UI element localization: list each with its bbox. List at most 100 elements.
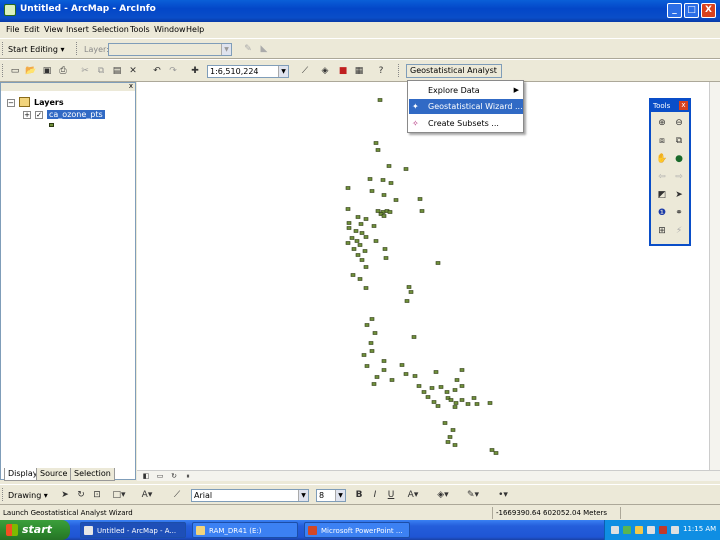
map-point[interactable] [351,247,357,251]
map-point[interactable] [350,273,356,277]
tray-alert-icon[interactable] [659,526,667,534]
map-point[interactable] [442,421,448,425]
usb-icon[interactable] [671,526,679,534]
chevron-down-icon[interactable]: ▼ [335,490,345,501]
map-view[interactable] [137,82,709,470]
tab-source[interactable]: Source [36,468,72,481]
edit-tool-icon[interactable]: ✎ [241,42,255,56]
map-point[interactable] [346,226,352,230]
menu-tools[interactable]: Tools [130,25,150,34]
map-point[interactable] [389,378,395,382]
map-scale-combo[interactable]: 1:6,510,224 ▼ [207,65,289,78]
menu-view[interactable]: View [44,25,63,34]
toolbar-grip[interactable] [398,64,401,77]
map-point[interactable] [363,286,369,290]
map-point[interactable] [452,405,458,409]
map-point[interactable] [357,243,363,247]
map-point[interactable] [373,141,379,145]
point-symbol-icon[interactable] [49,123,54,127]
taskbar-item-powerpoint[interactable]: Microsoft PowerPoint ... [304,522,410,538]
map-point[interactable] [471,396,477,400]
map-point[interactable] [493,451,499,455]
map-point[interactable] [359,258,365,262]
toolbar-grip[interactable] [76,42,79,55]
tab-selection[interactable]: Selection [70,468,115,481]
map-point[interactable] [403,167,409,171]
undo-icon[interactable]: ↶ [150,64,164,78]
map-point[interactable] [435,261,441,265]
toolbar-grip[interactable] [2,42,5,55]
map-point[interactable] [487,401,493,405]
text-tool-icon[interactable]: A▾ [140,488,154,502]
measure-icon[interactable]: ⊞ [655,224,669,238]
toolbox-red-icon[interactable]: ■ [336,64,350,78]
italic-icon[interactable]: I [368,488,382,502]
marker-color-icon[interactable]: •▾ [496,488,510,502]
map-point[interactable] [489,448,495,452]
map-point[interactable] [368,341,374,345]
map-point[interactable] [419,209,425,213]
taskbar-item-drive[interactable]: RAM_DR41 (E:) [192,522,298,538]
layers-label[interactable]: Layers [34,98,64,107]
title-bar[interactable]: Untitled - ArcMap - ArcInfo _ □ X [0,0,720,22]
map-point[interactable] [435,404,441,408]
menu-insert[interactable]: Insert [66,25,89,34]
map-point[interactable] [459,384,465,388]
zoom-out-icon[interactable]: ⊖ [672,116,686,130]
map-point[interactable] [403,372,409,376]
map-point[interactable] [459,368,465,372]
map-point[interactable] [452,443,458,447]
map-point[interactable] [364,323,370,327]
map-point[interactable] [406,285,412,289]
map-point[interactable] [364,364,370,368]
map-point[interactable] [353,229,359,233]
map-point[interactable] [345,186,351,190]
fixed-zoom-in-icon[interactable]: ⧈ [655,134,669,148]
menu-edit[interactable]: Edit [24,25,40,34]
chevron-down-icon[interactable]: ▼ [221,44,231,55]
font-name-combo[interactable]: Arial ▼ [191,489,309,502]
map-point[interactable] [363,235,369,239]
save-icon[interactable]: ▣ [40,64,54,78]
edit-vertices-icon[interactable]: ⟋ [170,488,184,502]
map-point[interactable] [363,217,369,221]
delete-icon[interactable]: ✕ [126,64,140,78]
map-point[interactable] [369,189,375,193]
toc-close-icon[interactable]: x [129,82,133,90]
copy-icon[interactable]: ⧉ [94,64,108,78]
toolbar-grip[interactable] [2,488,5,501]
map-point[interactable] [433,370,439,374]
map-point[interactable] [452,388,458,392]
start-editing-menu[interactable]: Start Editing ▾ [8,45,65,54]
start-button[interactable]: start [0,520,70,540]
data-view-icon[interactable]: ◧ [139,469,153,483]
maximize-button[interactable]: □ [684,3,699,18]
map-point[interactable] [369,317,375,321]
map-point[interactable] [345,241,351,245]
map-point[interactable] [453,401,459,405]
map-point[interactable] [465,402,471,406]
layout-view-icon[interactable]: ▭ [153,469,167,483]
taskbar-item-arcmap[interactable]: Untitled - ArcMap - A... [80,522,186,538]
map-point[interactable] [377,98,383,102]
paste-icon[interactable]: ▤ [110,64,124,78]
map-point[interactable] [450,428,456,432]
map-point[interactable] [373,239,379,243]
find-binoculars-icon[interactable]: ⚭ [672,206,686,220]
menu-selection[interactable]: Selection [92,25,129,34]
arctoolbox-icon[interactable]: ◈ [318,64,332,78]
editor-toolbar-icon[interactable]: ⟋ [298,64,312,78]
hyperlink-icon[interactable]: ⚡ [672,224,686,238]
underline-icon[interactable]: U [384,488,398,502]
map-point[interactable] [361,353,367,357]
back-arrow-icon[interactable]: ⇦ [655,170,669,184]
layer-combo[interactable]: ▼ [108,43,232,56]
map-point[interactable] [417,197,423,201]
tools-close-icon[interactable]: x [679,101,688,110]
toolbar-grip[interactable] [2,64,5,77]
select-arrow-icon[interactable]: ➤ [58,488,72,502]
select-elements-arrow-icon[interactable]: ➤ [672,188,686,202]
chevron-down-icon[interactable]: ▼ [298,490,308,501]
map-point[interactable] [386,164,392,168]
menu-window[interactable]: Window [154,25,186,34]
